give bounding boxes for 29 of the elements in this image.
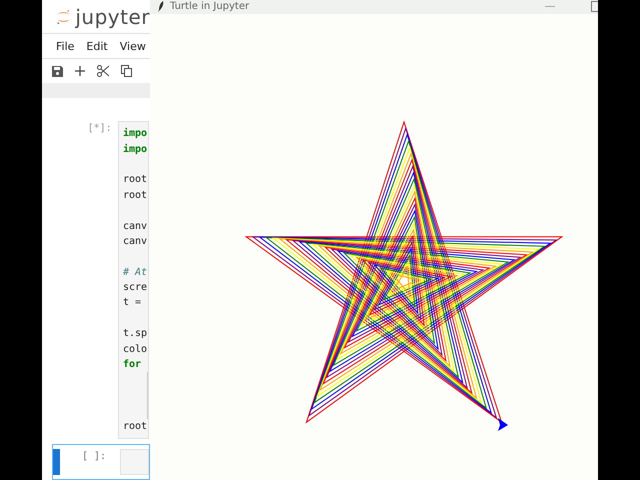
plus-icon[interactable]: [75, 66, 85, 76]
copy-icon[interactable]: [121, 65, 132, 78]
logo-text: jupyter: [75, 4, 150, 29]
code-line: t.sp: [123, 327, 148, 342]
scissors-icon[interactable]: [97, 65, 109, 78]
menu-item[interactable]: Edit: [86, 40, 108, 53]
cell-prompt: [*]:: [88, 122, 113, 134]
cell-prompt: [ ]:: [82, 450, 108, 462]
feather-icon: [158, 0, 164, 12]
code-line: colo: [123, 342, 148, 357]
code-line: impo: [123, 142, 148, 157]
code-line: root: [123, 173, 148, 188]
window-title: Turtle in Jupyter: [170, 0, 250, 12]
save-icon[interactable]: [52, 66, 63, 77]
code-line: root: [123, 188, 148, 203]
code-editor[interactable]: impo impo root root canv canv # At scre t = t.sp colo for root: [118, 121, 149, 439]
code-line: for: [123, 358, 142, 372]
menu-item[interactable]: View: [120, 40, 146, 53]
code-cell[interactable]: [ ]:: [52, 444, 150, 480]
code-cell[interactable]: [*]: impo impo root root canv canv # At scre t = t.sp colo for root: [52, 120, 150, 440]
turtle-cursor-icon: [498, 418, 508, 431]
code-line: root: [123, 420, 148, 434]
code-line: t =: [123, 296, 142, 310]
code-line: # At: [123, 266, 148, 280]
code-line: canv: [123, 234, 148, 249]
code-line: canv: [123, 220, 148, 234]
code-line: scre: [123, 281, 148, 296]
menu-item[interactable]: File: [56, 40, 74, 53]
code-line: impo: [123, 126, 148, 142]
